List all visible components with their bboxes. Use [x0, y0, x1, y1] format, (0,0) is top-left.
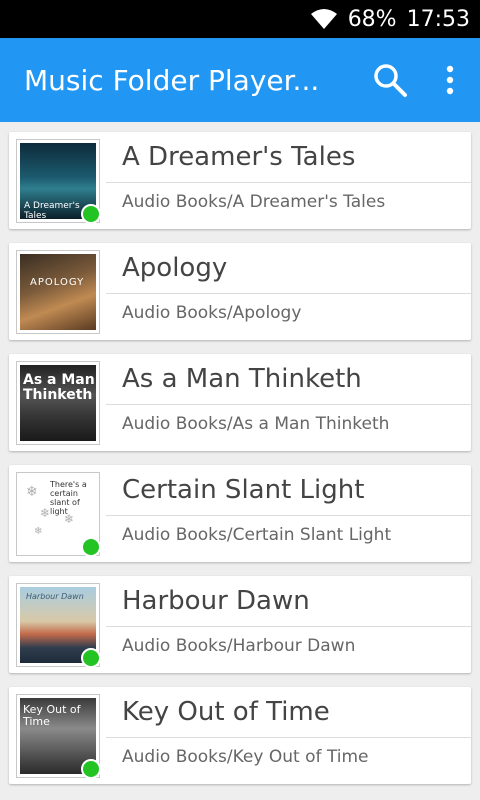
divider	[106, 737, 471, 738]
list-item[interactable]: There's a certain slant of light ❄ ❄ ❄ ❄…	[9, 465, 471, 562]
list-item[interactable]: APOLOGY Apology Audio Books/Apology	[9, 243, 471, 340]
item-path: Audio Books/Certain Slant Light	[122, 525, 392, 545]
item-path: Audio Books/Harbour Dawn	[122, 636, 356, 656]
album-art: APOLOGY	[16, 250, 100, 334]
played-indicator	[81, 204, 101, 224]
divider	[106, 182, 471, 183]
search-button[interactable]	[360, 38, 420, 122]
item-path: Audio Books/A Dreamer's Tales	[122, 192, 386, 212]
list-item[interactable]: As a Man Thinketh As a Man Thinketh Audi…	[9, 354, 471, 451]
battery-level: 68%	[347, 6, 397, 32]
item-path: Audio Books/Apology	[122, 303, 302, 323]
album-art: As a Man Thinketh	[16, 361, 100, 445]
album-art: Harbour Dawn	[16, 583, 101, 668]
divider	[106, 626, 471, 627]
overflow-menu-button[interactable]	[420, 38, 480, 122]
item-path: Audio Books/As a Man Thinketh	[122, 414, 390, 434]
played-indicator	[81, 537, 101, 557]
more-vert-icon	[446, 65, 454, 95]
divider	[106, 515, 471, 516]
list-item[interactable]: Key Out of Time Key Out of Time Audio Bo…	[9, 687, 471, 784]
item-title: Key Out of Time	[122, 697, 330, 727]
status-bar: 68% 17:53	[0, 0, 480, 38]
clock: 17:53	[406, 6, 470, 32]
app-title: Music Folder Player...	[24, 63, 320, 97]
search-icon	[374, 64, 407, 97]
played-indicator	[81, 648, 101, 668]
album-art: There's a certain slant of light ❄ ❄ ❄ ❄	[16, 472, 101, 557]
item-title: As a Man Thinketh	[122, 364, 362, 394]
wifi-icon	[310, 9, 337, 29]
item-title: Harbour Dawn	[122, 586, 310, 616]
list-item[interactable]: Harbour Dawn Harbour Dawn Audio Books/Ha…	[9, 576, 471, 673]
item-title: Apology	[122, 253, 228, 283]
divider	[106, 404, 471, 405]
played-indicator	[81, 759, 101, 779]
divider	[106, 293, 471, 294]
item-title: A Dreamer's Tales	[122, 142, 356, 172]
list-item[interactable]: A Dreamer's Tales A Dreamer's Tales Audi…	[9, 132, 471, 229]
item-path: Audio Books/Key Out of Time	[122, 747, 369, 767]
app-bar: Music Folder Player...	[0, 38, 480, 122]
album-art: A Dreamer's Tales	[16, 139, 101, 224]
item-title: Certain Slant Light	[122, 475, 365, 505]
album-art: Key Out of Time	[16, 694, 101, 779]
